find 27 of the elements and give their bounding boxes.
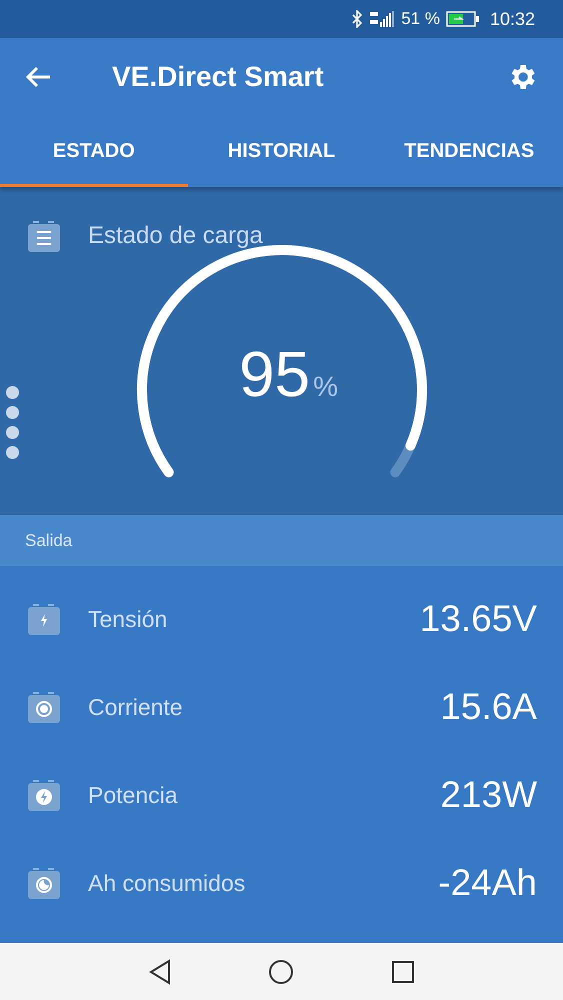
battery-icon: [446, 11, 480, 27]
back-arrow-icon: [25, 66, 51, 88]
signal-icon: [369, 10, 396, 28]
metric-value: 15.6A: [440, 685, 537, 730]
tab[interactable]: HISTORIAL: [188, 115, 376, 187]
bluetooth-icon: [351, 10, 364, 28]
metric-label: Tensión: [88, 604, 168, 634]
clock-time: 10:32: [490, 8, 535, 30]
battery-percent: 51 %: [401, 8, 440, 30]
metric-value: 13.65V: [420, 597, 537, 642]
gauge-title: Estado de carga: [88, 221, 263, 251]
charge-value: 95: [238, 342, 310, 406]
app-title: VE.Direct Smart: [112, 60, 325, 94]
metric-value: 213W: [440, 773, 537, 818]
back-nav-icon[interactable]: [148, 958, 172, 984]
battery-moon-icon: [28, 868, 60, 898]
metric-label: Corriente: [88, 692, 184, 722]
metric-value: -24Ah: [438, 861, 537, 906]
battery-bolt-icon: [28, 604, 60, 634]
metric-label: Ah consumidos: [88, 868, 246, 898]
recents-nav-icon[interactable]: [390, 960, 415, 984]
battery-list-icon: [28, 220, 60, 252]
home-nav-icon[interactable]: [268, 958, 294, 984]
charge-unit: %: [313, 370, 338, 404]
section-header: Salida: [25, 530, 72, 552]
tab[interactable]: TENDENCIAS: [375, 115, 563, 187]
metric-label: Potencia: [88, 780, 179, 810]
